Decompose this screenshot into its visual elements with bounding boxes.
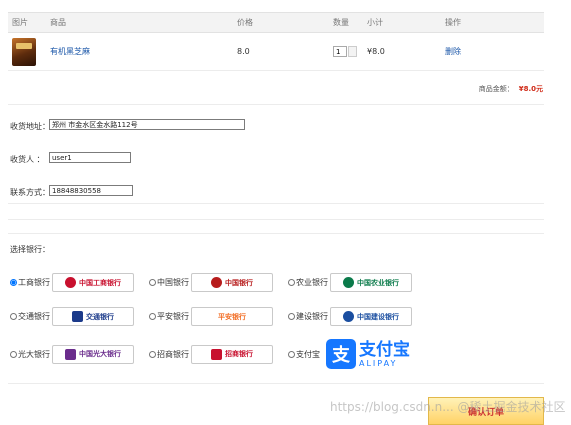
bank-radio-pingan[interactable]: [149, 313, 156, 320]
cart-header-row: 图片 商品 价格 数量 小计 操作: [8, 12, 544, 33]
address-label: 收货地址：: [10, 122, 50, 131]
cmb-emblem-icon: [211, 348, 222, 360]
bank-option-ceb[interactable]: 光大银行 中国光大银行: [10, 344, 149, 364]
header-subtotal: 小计: [363, 12, 441, 33]
phone-field[interactable]: [49, 185, 133, 196]
bank-row: 光大银行 中国光大银行 招商银行 招商银行 支付宝 支 支付宝 ALIPAY: [10, 333, 427, 375]
quantity-stepper: [333, 46, 359, 57]
product-subtotal: ¥8.0: [363, 32, 441, 71]
divider: [8, 219, 544, 220]
header-quantity: 数量: [329, 12, 363, 33]
divider: [8, 233, 544, 234]
bank-option-abc[interactable]: 农业银行 中国农业银行: [288, 273, 427, 292]
bank-option-alipay[interactable]: 支付宝 支 支付宝 ALIPAY: [288, 333, 427, 375]
table-row: 有机黑芝麻 8.0 ¥8.0 删除: [8, 32, 544, 71]
product-price: 8.0: [233, 32, 329, 71]
divider: [8, 104, 544, 105]
bank-name: 平安银行: [157, 312, 189, 321]
bank-name: 工商银行: [18, 278, 50, 287]
bank-radio-icbc[interactable]: [10, 279, 17, 286]
bank-radio-abc[interactable]: [288, 279, 295, 286]
delete-link[interactable]: 删除: [445, 47, 461, 56]
bank-option-pingan[interactable]: 平安银行 平安银行: [149, 307, 288, 326]
bank-name: 建设银行: [296, 312, 328, 321]
abc-emblem-icon: [343, 277, 354, 288]
bank-radio-bocom[interactable]: [10, 313, 17, 320]
icbc-emblem-icon: [65, 277, 76, 288]
product-image-cell: [8, 32, 46, 71]
bank-name: 农业银行: [296, 278, 328, 287]
icbc-logo[interactable]: 中国工商银行: [52, 273, 134, 292]
bank-row: 交通银行 交通银行 平安银行 平安银行 建设银行 中国建设银行: [10, 307, 427, 326]
abc-logo[interactable]: 中国农业银行: [330, 273, 412, 292]
header-actions: 操作: [441, 12, 544, 33]
header-product: 商品: [46, 12, 233, 33]
header-price: 价格: [233, 12, 329, 33]
bank-radio-ceb[interactable]: [10, 350, 17, 358]
product-thumbnail[interactable]: [12, 37, 36, 66]
header-image: 图片: [8, 12, 46, 33]
bank-section-label: 选择银行：: [10, 245, 50, 254]
product-name-link[interactable]: 有机黑芝麻: [50, 47, 90, 56]
bank-name: 中国银行: [157, 278, 189, 287]
bank-radio-boc[interactable]: [149, 279, 156, 286]
bank-radio-alipay[interactable]: [288, 350, 295, 358]
total-label: 商品金额：: [478, 85, 514, 93]
ceb-emblem-icon: [65, 348, 76, 360]
bocom-logo[interactable]: 交通银行: [52, 307, 134, 326]
quantity-input[interactable]: [333, 46, 347, 57]
receiver-field[interactable]: [49, 152, 131, 163]
bank-radio-ccb[interactable]: [288, 313, 295, 320]
bank-option-ccb[interactable]: 建设银行 中国建设银行: [288, 307, 427, 326]
pingan-logo[interactable]: 平安银行: [191, 307, 273, 326]
alipay-logo[interactable]: 支 支付宝 ALIPAY: [326, 333, 418, 375]
bank-option-bocom[interactable]: 交通银行 交通银行: [10, 307, 149, 326]
bank-name: 光大银行: [18, 349, 50, 359]
quantity-button[interactable]: [348, 46, 357, 57]
boc-emblem-icon: [211, 277, 222, 288]
bank-option-boc[interactable]: 中国银行 中国银行: [149, 273, 288, 292]
divider: [8, 383, 544, 384]
bank-name: 交通银行: [18, 312, 50, 321]
ceb-logo[interactable]: 中国光大银行: [52, 344, 134, 364]
total-amount: ¥8.0元: [518, 85, 543, 93]
cmb-logo[interactable]: 招商银行: [191, 344, 273, 364]
ccb-logo[interactable]: 中国建设银行: [330, 307, 412, 326]
order-total: 商品金额： ¥8.0元: [479, 84, 543, 94]
alipay-icon: 支: [326, 339, 356, 369]
ccb-emblem-icon: [343, 311, 354, 322]
bocom-emblem-icon: [72, 311, 83, 322]
bank-row: 工商银行 中国工商银行 中国银行 中国银行 农业银行 中国农业银行: [10, 273, 427, 292]
bank-option-icbc[interactable]: 工商银行 中国工商银行: [10, 273, 149, 292]
cart-table: 图片 商品 价格 数量 小计 操作 有机黑芝麻 8.0 ¥8.0 删除: [8, 12, 544, 71]
divider: [8, 203, 544, 204]
receiver-label: 收货人 ：: [10, 155, 45, 164]
bank-radio-cmb[interactable]: [149, 350, 156, 358]
address-field[interactable]: [49, 119, 245, 130]
confirm-order-button[interactable]: 确认订单: [428, 397, 544, 425]
boc-logo[interactable]: 中国银行: [191, 273, 273, 292]
bank-option-cmb[interactable]: 招商银行 招商银行: [149, 344, 288, 364]
phone-label: 联系方式：: [10, 188, 50, 197]
bank-name: 支付宝: [296, 349, 320, 359]
bank-name: 招商银行: [157, 349, 189, 359]
